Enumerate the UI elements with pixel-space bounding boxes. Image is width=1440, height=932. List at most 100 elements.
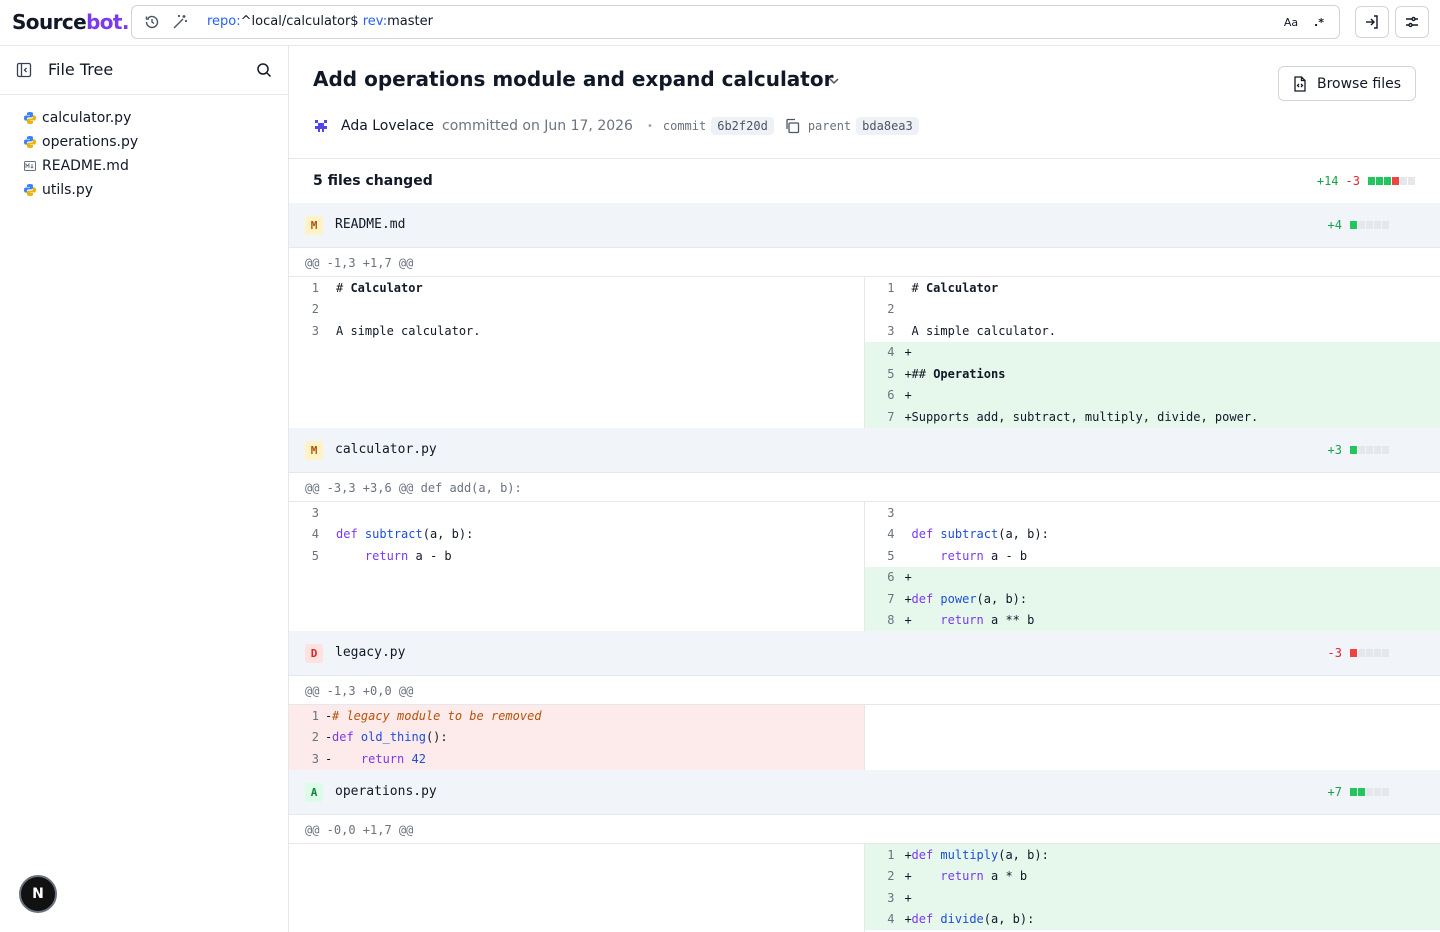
files-changed-bar: 5 files changed +14 -3	[289, 158, 1440, 204]
diff-line: 1 # Calculator	[887, 280, 999, 295]
copy-icon[interactable]	[784, 118, 800, 134]
diff-right: 1 + def multiply(a, b): 2 + return a * b 3 +…	[864, 844, 1440, 932]
diff-line-added: 2 + return a * b	[864, 865, 1440, 887]
tree-item-readme-md[interactable]: README.md	[0, 154, 288, 178]
parent-label: parent	[807, 119, 852, 133]
file-stat: -3	[1328, 646, 1390, 660]
diff-line-added: 6 +	[864, 566, 1440, 588]
status-badge: M	[305, 441, 323, 460]
file-stat: +3	[1328, 443, 1390, 457]
python-file-icon	[24, 112, 36, 124]
diff-line: 2	[311, 302, 319, 317]
file-name[interactable]: legacy.py	[335, 645, 405, 660]
commit-title: Add operations module and expand calcula…	[313, 67, 834, 91]
diff-line-added: 8 + return a ** b	[864, 609, 1440, 631]
file-tree-panel: File Tree calculator.py operations.py RE…	[0, 46, 289, 932]
history-icon[interactable]	[142, 12, 162, 32]
diff-line-added: 7 + def power(a, b):	[864, 588, 1440, 610]
file-diff-calculator: M calculator.py +3 @@ -3,3 +3,6 @@ def a…	[289, 428, 1440, 631]
diff-line: 4 def subtract(a, b):	[887, 527, 1049, 542]
file-tree: calculator.py operations.py README.md ut…	[0, 95, 288, 202]
search-icon[interactable]	[256, 62, 272, 78]
avatar	[313, 118, 329, 134]
split-diff: 1 + def multiply(a, b): 2 + return a * b 3 +…	[289, 844, 1440, 932]
hunk-header: @@ -0,0 +1,7 @@	[289, 815, 1440, 844]
status-badge: A	[305, 783, 323, 802]
parent-sha[interactable]: bda8ea3	[856, 117, 919, 135]
file-stat: +4	[1328, 218, 1390, 232]
diff-left: 1- # legacy module to be removed 2- def ol…	[289, 705, 865, 770]
search-box[interactable]: repo:^local/calculator$ rev:master Aa .*	[131, 5, 1340, 39]
separator-dot: •	[646, 120, 653, 132]
summary-stat: +14 -3	[1317, 174, 1416, 188]
diff-left	[289, 844, 865, 932]
diff-line-added: 7 + Supports add, subtract, multiply, divi…	[864, 406, 1440, 428]
diff-right	[865, 705, 1440, 770]
commit-view: Add operations module and expand calcula…	[289, 46, 1440, 932]
hunk-header: @@ -1,3 +1,7 @@	[289, 248, 1440, 277]
commit-sha[interactable]: 6b2f20d	[711, 117, 774, 135]
settings-button[interactable]	[1395, 6, 1429, 38]
files-changed-title: 5 files changed	[313, 173, 433, 189]
python-file-icon	[24, 184, 36, 196]
file-header[interactable]: M calculator.py +3	[289, 428, 1440, 473]
diffstat-blocks	[1368, 177, 1416, 185]
file-header[interactable]: D legacy.py -3	[289, 631, 1440, 676]
tree-item-operations-py[interactable]: operations.py	[0, 130, 288, 154]
status-badge: M	[305, 216, 323, 235]
file-stat: +7	[1328, 785, 1390, 799]
regex-toggle[interactable]: .*	[1308, 12, 1330, 32]
top-bar: Sourcebot. repo:^local/calculator$ rev:m…	[0, 0, 1440, 46]
diff-line-deleted: 1- # legacy module to be removed	[289, 705, 864, 727]
diff-line-added: 6 +	[864, 384, 1440, 406]
file-name[interactable]: operations.py	[335, 784, 437, 799]
magic-wand-icon[interactable]	[170, 12, 190, 32]
diff-left: 3 4 def subtract(a, b): 5 return a - b	[289, 502, 865, 631]
diff-line-added: 1 + def multiply(a, b):	[864, 844, 1440, 866]
file-tree-title: File Tree	[48, 60, 114, 79]
python-file-icon	[24, 136, 36, 148]
diff-right: 1 # Calculator 2 3A simple calculator. 4 +…	[864, 277, 1440, 428]
browse-files-button[interactable]: Browse files	[1278, 66, 1416, 101]
file-diff-legacy: D legacy.py -3 @@ -1,3 +0,0 @@ 1- # legac…	[289, 631, 1440, 770]
commit-label: commit	[662, 119, 707, 133]
diff-line-deleted: 2- def old_thing():	[289, 726, 864, 748]
file-code-icon	[1294, 75, 1306, 92]
diff-line: 1 # Calculator	[311, 280, 423, 295]
markdown-file-icon	[24, 160, 36, 172]
file-header[interactable]: A operations.py +7	[289, 770, 1440, 815]
tree-item-calculator-py[interactable]: calculator.py	[0, 106, 288, 130]
collapse-panel-icon[interactable]	[16, 62, 32, 78]
hunk-header: @@ -3,3 +3,6 @@ def add(a, b):	[289, 473, 1440, 502]
hunk-header: @@ -1,3 +0,0 @@	[289, 676, 1440, 705]
diff-line-added: 4 + def divide(a, b):	[864, 908, 1440, 930]
sourcebot-logo[interactable]: Sourcebot.	[12, 10, 130, 34]
search-query[interactable]: repo:^local/calculator$ rev:master	[207, 14, 433, 29]
file-name[interactable]: README.md	[335, 217, 405, 232]
sign-in-button[interactable]	[1355, 6, 1389, 38]
file-diff-operations: A operations.py +7 @@ -0,0 +1,7 @@ 1 + def…	[289, 770, 1440, 932]
file-name[interactable]: calculator.py	[335, 442, 437, 457]
diff-line: 5 return a - b	[311, 548, 452, 563]
file-header[interactable]: M README.md +4	[289, 203, 1440, 248]
sign-in-icon	[1366, 15, 1378, 29]
diff-line-added: 3 +	[864, 887, 1440, 909]
file-tree-header: File Tree	[0, 46, 288, 95]
author-name[interactable]: Ada Lovelace	[341, 118, 434, 134]
diff-line: 5 return a - b	[887, 548, 1028, 563]
diff-line: 3A simple calculator.	[887, 323, 1056, 338]
diff-line-deleted: 3- return 42	[289, 748, 864, 770]
split-diff: 1- # legacy module to be removed 2- def ol…	[289, 705, 1440, 770]
commit-date: committed on Jun 17, 2026	[442, 118, 633, 134]
case-sensitive-toggle[interactable]: Aa	[1280, 12, 1302, 32]
diff-line: 3	[887, 505, 895, 520]
file-diff-readme: M README.md +4 @@ -1,3 +1,7 @@ 1 # Calcul…	[289, 203, 1440, 428]
diff-right: 3 4 def subtract(a, b): 5 return a - b 6 +…	[864, 502, 1440, 631]
chevron-down-icon[interactable]	[826, 73, 842, 89]
diff-line: 3	[311, 505, 319, 520]
split-diff: 1 # Calculator 2 3A simple calculator. 1 #…	[289, 277, 1440, 428]
diff-line-added: 4 +	[864, 341, 1440, 363]
next-dev-tools-button[interactable]: N	[19, 875, 57, 913]
diff-line: 2	[887, 302, 895, 317]
tree-item-utils-py[interactable]: utils.py	[0, 178, 288, 202]
